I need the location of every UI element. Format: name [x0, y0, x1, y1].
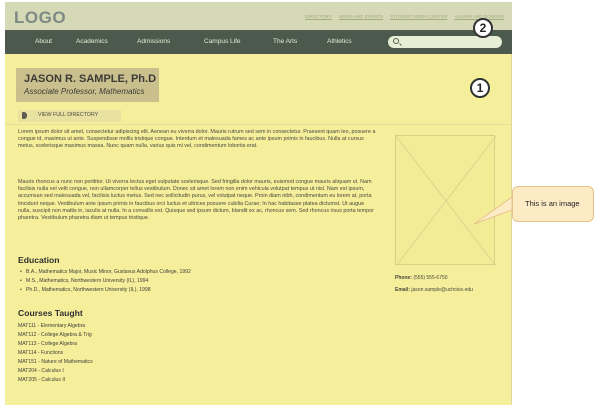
education-heading: Education — [18, 255, 60, 265]
education-item-text: B.A., Mathematics Major, Music Minor, Gu… — [26, 269, 191, 275]
course-item: MAT113 - College Algebra — [18, 341, 77, 347]
contact-phone: Phone: (555) 555-6750 — [395, 275, 448, 281]
profile-header: JASON R. SAMPLE, Ph.D Associate Professo… — [16, 68, 159, 102]
tooltip-text: This is an image — [525, 199, 580, 208]
utility-link-directory[interactable]: DIRECTORY — [305, 14, 332, 19]
course-item: MAT112 - College Algebra & Trig — [18, 332, 92, 338]
profile-name: JASON R. SAMPLE, Ph.D — [24, 73, 157, 85]
page-background: LOGO DIRECTORY NEWS AND EVENTS STUDENT M… — [5, 2, 512, 405]
utility-link-news-events[interactable]: NEWS AND EVENTS — [339, 14, 383, 19]
main-nav: About Academics Admissions Campus Life T… — [5, 30, 512, 54]
contact-email: Email: jason.sample@uchoice.edu — [395, 287, 473, 293]
nav-item-the-arts[interactable]: The Arts — [273, 38, 297, 45]
education-item: • M.S., Mathematics, Northwestern Univers… — [20, 278, 149, 284]
education-item-text: Ph.D., Mathematics, Northwestern Univers… — [26, 287, 151, 293]
course-item: MAT204 - Calculus I — [18, 368, 64, 374]
profile-title: Associate Professor, Mathematics — [24, 87, 145, 96]
top-header: LOGO DIRECTORY NEWS AND EVENTS STUDENT M… — [5, 2, 512, 30]
education-item: • Ph.D., Mathematics, Northwestern Univer… — [20, 287, 151, 293]
search-icon — [393, 38, 399, 44]
phone-value: (555) 555-6750 — [413, 275, 448, 281]
nav-item-athletics[interactable]: Athletics — [327, 38, 352, 45]
utility-links: DIRECTORY NEWS AND EVENTS STUDENT MEDIA … — [305, 14, 504, 19]
nav-item-about[interactable]: About — [35, 38, 52, 45]
profile-image-placeholder — [395, 135, 496, 266]
course-item: MAT114 - Functions — [18, 350, 64, 356]
utility-link-student-media[interactable]: STUDENT MEDIA CENTER — [390, 14, 447, 19]
bio-paragraph-2: Mauris rhoncus a nunc non porttitor. Ut … — [18, 179, 374, 222]
education-item: • B.A., Mathematics Major, Music Minor, G… — [20, 269, 191, 275]
view-directory-button[interactable]: VIEW FULL DIRECTORY — [18, 110, 121, 122]
view-directory-label: VIEW FULL DIRECTORY — [38, 112, 99, 118]
email-link[interactable]: jason.sample@uchoice.edu — [411, 287, 473, 293]
callout-number-2: 2 — [473, 18, 493, 38]
logo[interactable]: LOGO — [14, 8, 66, 28]
phone-label: Phone: — [395, 275, 412, 281]
email-label: Email: — [395, 287, 411, 293]
course-item: MAT151 - Nature of Mathematics — [18, 359, 93, 365]
course-item: MAT205 - Calculus II — [18, 377, 66, 383]
nav-item-campus-life[interactable]: Campus Life — [204, 38, 241, 45]
nav-item-admissions[interactable]: Admissions — [137, 38, 170, 45]
divider — [5, 124, 512, 125]
courses-heading: Courses Taught — [18, 308, 83, 318]
back-arrow-icon — [22, 112, 27, 119]
bio-paragraph-1: Lorem ipsum dolor sit amet, consectetur … — [18, 129, 376, 150]
nav-item-academics[interactable]: Academics — [76, 38, 108, 45]
image-placeholder-icon — [396, 136, 496, 266]
course-item: MAT111 - Elementary Algebra — [18, 323, 86, 329]
education-item-text: M.S., Mathematics, Northwestern Universi… — [26, 278, 149, 284]
image-annotation-tooltip: This is an image — [512, 186, 594, 222]
callout-number-1: 1 — [470, 78, 490, 98]
